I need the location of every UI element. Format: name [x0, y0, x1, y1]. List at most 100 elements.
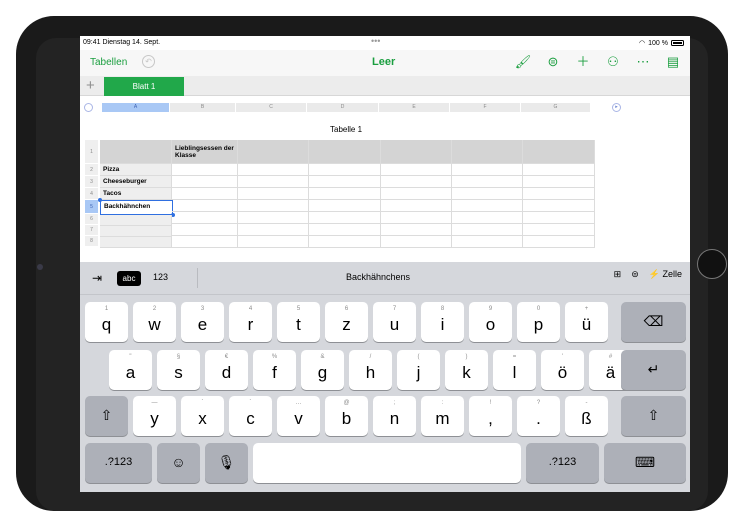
undo-icon[interactable]: ↶: [142, 55, 155, 68]
key-ß[interactable]: -ß: [565, 396, 608, 436]
row-header[interactable]: 6: [85, 214, 98, 225]
home-button[interactable]: [697, 249, 727, 279]
row-label-cell[interactable]: Pizza: [100, 164, 172, 176]
tab-arrow-icon[interactable]: ⇥: [92, 271, 102, 285]
table-header-cell[interactable]: Lieblingsessen der Klasse: [172, 140, 238, 164]
key-y[interactable]: — y: [133, 396, 176, 436]
document-icon[interactable]: ▤: [664, 53, 682, 71]
key-i[interactable]: 8i: [421, 302, 464, 342]
table-cell[interactable]: [100, 215, 172, 226]
key-g[interactable]: & g: [301, 350, 344, 390]
table-cell[interactable]: [381, 140, 452, 164]
column-header-d[interactable]: D: [307, 103, 379, 112]
column-header-b[interactable]: B: [170, 103, 236, 112]
format-icon[interactable]: ⊜: [544, 53, 562, 71]
key-n[interactable]: ; n: [373, 396, 416, 436]
table-cell[interactable]: [100, 237, 172, 248]
plus-icon[interactable]: ＋: [574, 53, 592, 71]
row-header[interactable]: 4: [85, 188, 98, 200]
column-header-e[interactable]: E: [379, 103, 450, 112]
key-,[interactable]: !,: [469, 396, 512, 436]
key-alt-label: ": [129, 354, 132, 360]
more-icon[interactable]: ⋯: [634, 53, 652, 71]
key-p[interactable]: 0p: [517, 302, 560, 342]
row-header[interactable]: 5: [85, 200, 98, 214]
cell-format-icon[interactable]: ⊞: [614, 269, 622, 280]
collaborate-icon[interactable]: ⚇: [604, 53, 622, 71]
key-o[interactable]: 9o: [469, 302, 512, 342]
key-k[interactable]: ) k: [445, 350, 488, 390]
row-header[interactable]: 3: [85, 176, 98, 188]
table-body-cells[interactable]: [172, 164, 595, 248]
cell-button[interactable]: ⚡ Zelle: [649, 269, 682, 280]
column-header-g[interactable]: G: [521, 103, 591, 112]
key-a[interactable]: " a: [109, 350, 152, 390]
key-ü[interactable]: + ü: [565, 302, 608, 342]
dictation-key[interactable]: 🎙: [205, 443, 248, 483]
key-.[interactable]: ?.: [517, 396, 560, 436]
key-t[interactable]: 5t: [277, 302, 320, 342]
table-cell[interactable]: [452, 140, 523, 164]
key-w[interactable]: 2w: [133, 302, 176, 342]
column-header-a[interactable]: A: [102, 103, 170, 112]
numeric-mode-button[interactable]: 123: [153, 272, 168, 282]
table-cell[interactable]: [100, 140, 172, 164]
table-cell[interactable]: [238, 140, 309, 164]
shift-key-left[interactable]: ⇧: [85, 396, 128, 436]
space-key[interactable]: [253, 443, 521, 483]
table-cell[interactable]: [100, 226, 172, 237]
table-cell[interactable]: [523, 140, 595, 164]
key-x[interactable]: ` x: [181, 396, 224, 436]
column-header-f[interactable]: F: [450, 103, 521, 112]
key-c[interactable]: ´ c: [229, 396, 272, 436]
key-r[interactable]: 4r: [229, 302, 272, 342]
numbers-key[interactable]: .?123: [85, 443, 152, 483]
key-f[interactable]: % f: [253, 350, 296, 390]
key-alt-label: %: [271, 354, 278, 360]
key-ö[interactable]: ' ö: [541, 350, 584, 390]
key-u[interactable]: 7u: [373, 302, 416, 342]
toolbar-divider: [197, 268, 198, 288]
tab-blatt-1[interactable]: Blatt 1: [104, 77, 184, 96]
row-header[interactable]: 8: [85, 236, 98, 247]
emoji-key[interactable]: ☺: [157, 443, 200, 483]
key-e[interactable]: 3e: [181, 302, 224, 342]
active-cell[interactable]: Backhähnchen: [100, 200, 173, 215]
key-h[interactable]: / h: [349, 350, 392, 390]
key-d[interactable]: € d: [205, 350, 248, 390]
add-sheet-button[interactable]: +: [86, 77, 95, 94]
numbers-key-right[interactable]: .?123: [526, 443, 599, 483]
column-header-c[interactable]: C: [236, 103, 307, 112]
backspace-key[interactable]: ⌫: [621, 302, 686, 342]
row-label-cell[interactable]: Cheeseburger: [100, 176, 172, 188]
multitask-dots[interactable]: •••: [371, 36, 380, 46]
row-label-cell[interactable]: Tacos: [100, 188, 172, 200]
key-s[interactable]: § s: [157, 350, 200, 390]
add-column-handle[interactable]: ▸: [612, 103, 621, 112]
row-header[interactable]: 7: [85, 225, 98, 236]
key-alt-label: 8: [440, 306, 445, 312]
key-alt-label: —: [151, 400, 158, 406]
key-j[interactable]: (j: [397, 350, 440, 390]
equals-icon[interactable]: ⊜: [631, 269, 639, 280]
table-title[interactable]: Tabelle 1: [330, 125, 362, 134]
row-header[interactable]: 2: [85, 164, 98, 176]
table-cell[interactable]: [309, 140, 381, 164]
key-m[interactable]: :m: [421, 396, 464, 436]
row-header[interactable]: 1: [85, 140, 98, 164]
shift-key-right[interactable]: ⇧: [621, 396, 686, 436]
paintbrush-icon[interactable]: 🖌︎: [514, 53, 532, 71]
key-l[interactable]: = l: [493, 350, 536, 390]
key-b[interactable]: @ b: [325, 396, 368, 436]
select-all-handle[interactable]: [84, 103, 93, 112]
abc-mode-button[interactable]: abc: [117, 271, 141, 286]
key-main-label: q: [101, 315, 112, 334]
key-v[interactable]: … v: [277, 396, 320, 436]
key-z[interactable]: 6z: [325, 302, 368, 342]
autocomplete-suggestion[interactable]: Backhähnchens: [346, 272, 410, 282]
back-button[interactable]: Tabellen: [90, 57, 127, 68]
selection-handle[interactable]: [98, 198, 102, 202]
return-key[interactable]: ↵: [621, 350, 686, 390]
hide-keyboard-key[interactable]: ⌨: [604, 443, 686, 483]
key-q[interactable]: 1q: [85, 302, 128, 342]
